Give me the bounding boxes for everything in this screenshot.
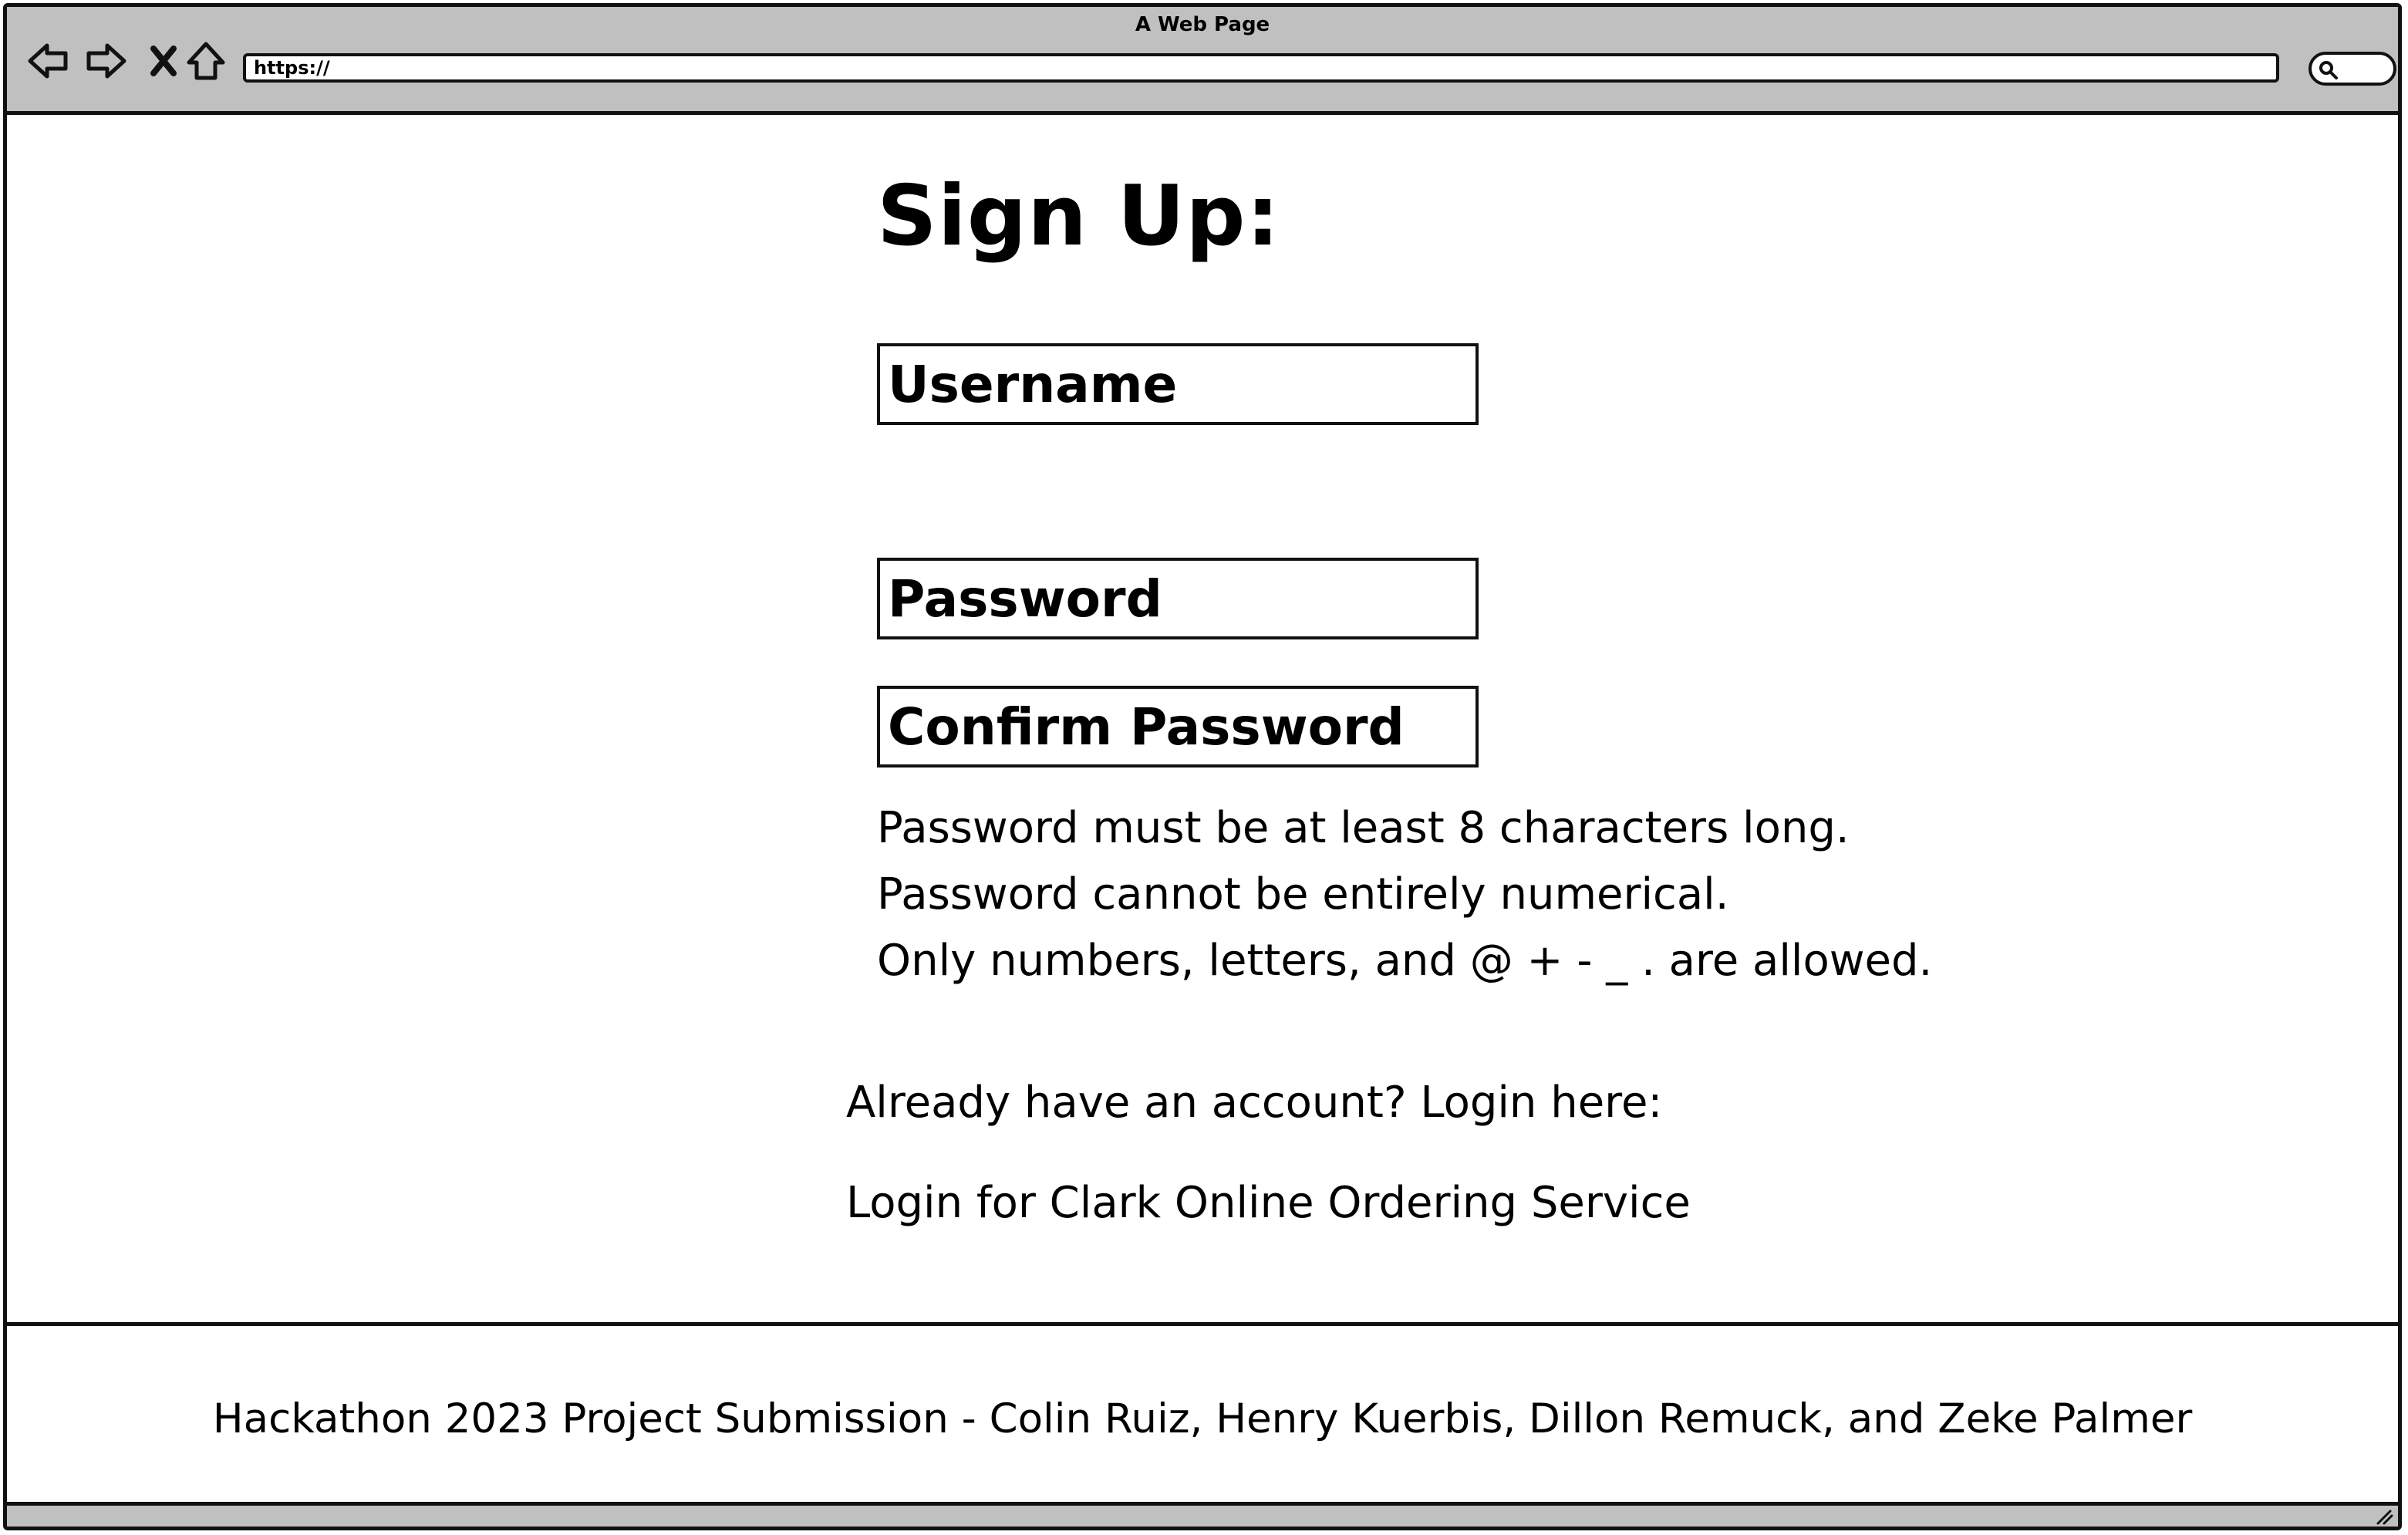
password-field[interactable] [877,558,1479,639]
confirm-password-field[interactable] [877,686,1479,768]
browser-toolbar: A Web Page https:// [7,7,2398,115]
login-link[interactable]: Login for Clark Online Ordering Service [846,1178,1691,1228]
close-icon[interactable] [143,39,186,83]
password-rules: Password must be at least 8 characters l… [877,795,1932,994]
footer-text: Hackathon 2023 Project Submission - Coli… [212,1395,2193,1442]
username-field[interactable] [877,343,1479,425]
home-icon[interactable] [184,39,228,83]
password-rule: Password cannot be entirely numerical. [877,869,1729,919]
search-icon [2319,61,2338,79]
page-content: Sign Up: Password must be at least 8 cha… [7,115,2398,1322]
page-footer: Hackathon 2023 Project Submission - Coli… [7,1322,2398,1506]
status-bar [7,1502,2398,1527]
search-button[interactable] [2309,52,2396,86]
browser-window: A Web Page https:// Sign Up: Password mu… [3,3,2402,1530]
address-bar[interactable]: https:// [243,53,2279,83]
window-title: A Web Page [1135,13,1270,36]
login-prompt: Already have an account? Login here: [846,1078,1663,1128]
forward-arrow-icon[interactable] [84,39,127,83]
back-arrow-icon[interactable] [27,39,70,83]
password-rule: Only numbers, letters, and @ + - _ . are… [877,936,1933,986]
url-text: https:// [254,57,330,79]
password-rule: Password must be at least 8 characters l… [877,803,1850,853]
resize-grip-icon[interactable] [2373,1508,2393,1525]
page-title: Sign Up: [877,168,1280,265]
